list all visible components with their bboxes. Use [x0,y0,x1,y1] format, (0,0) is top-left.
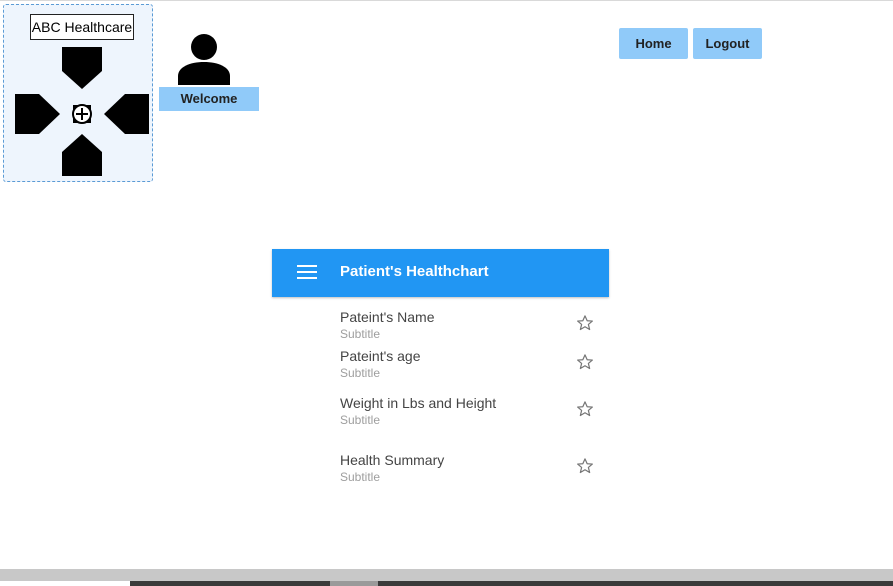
item-subtitle: Subtitle [340,413,381,427]
star-outline-icon[interactable] [576,457,594,475]
item-subtitle: Subtitle [340,366,381,380]
item-title: Weight in Lbs and Height [340,395,497,411]
item-subtitle: Subtitle [340,327,381,341]
star-outline-icon[interactable] [576,400,594,418]
list-item-health-summary[interactable]: Health Summary Subtitle [272,452,609,492]
brand-title: ABC Healthcare [30,14,134,40]
item-subtitle: Subtitle [340,470,381,484]
list-item-patient-age[interactable]: Pateint's age Subtitle [272,348,609,388]
user-avatar-icon [178,34,230,85]
taskbar-strip [0,581,893,586]
item-title: Pateint's age [340,348,421,364]
top-divider [0,0,893,1]
medical-cross-icon [15,47,149,176]
logout-button[interactable]: Logout [693,28,762,59]
star-outline-icon[interactable] [576,353,594,371]
star-outline-icon[interactable] [576,314,594,332]
list-item-patient-name[interactable]: Pateint's Name Subtitle [272,309,609,349]
healthchart-header: Patient's Healthchart [272,249,609,297]
healthchart-title: Patient's Healthchart [340,263,489,280]
list-item-weight-height[interactable]: Weight in Lbs and Height Subtitle [272,395,609,435]
logo-panel: ABC Healthcare [3,4,153,182]
welcome-badge: Welcome [159,87,259,111]
home-button[interactable]: Home [619,28,688,59]
hamburger-menu-icon[interactable] [297,265,317,279]
item-title: Pateint's Name [340,309,435,325]
healthchart-card: Patient's Healthchart Pateint's Name Sub… [272,249,609,484]
item-title: Health Summary [340,452,445,468]
